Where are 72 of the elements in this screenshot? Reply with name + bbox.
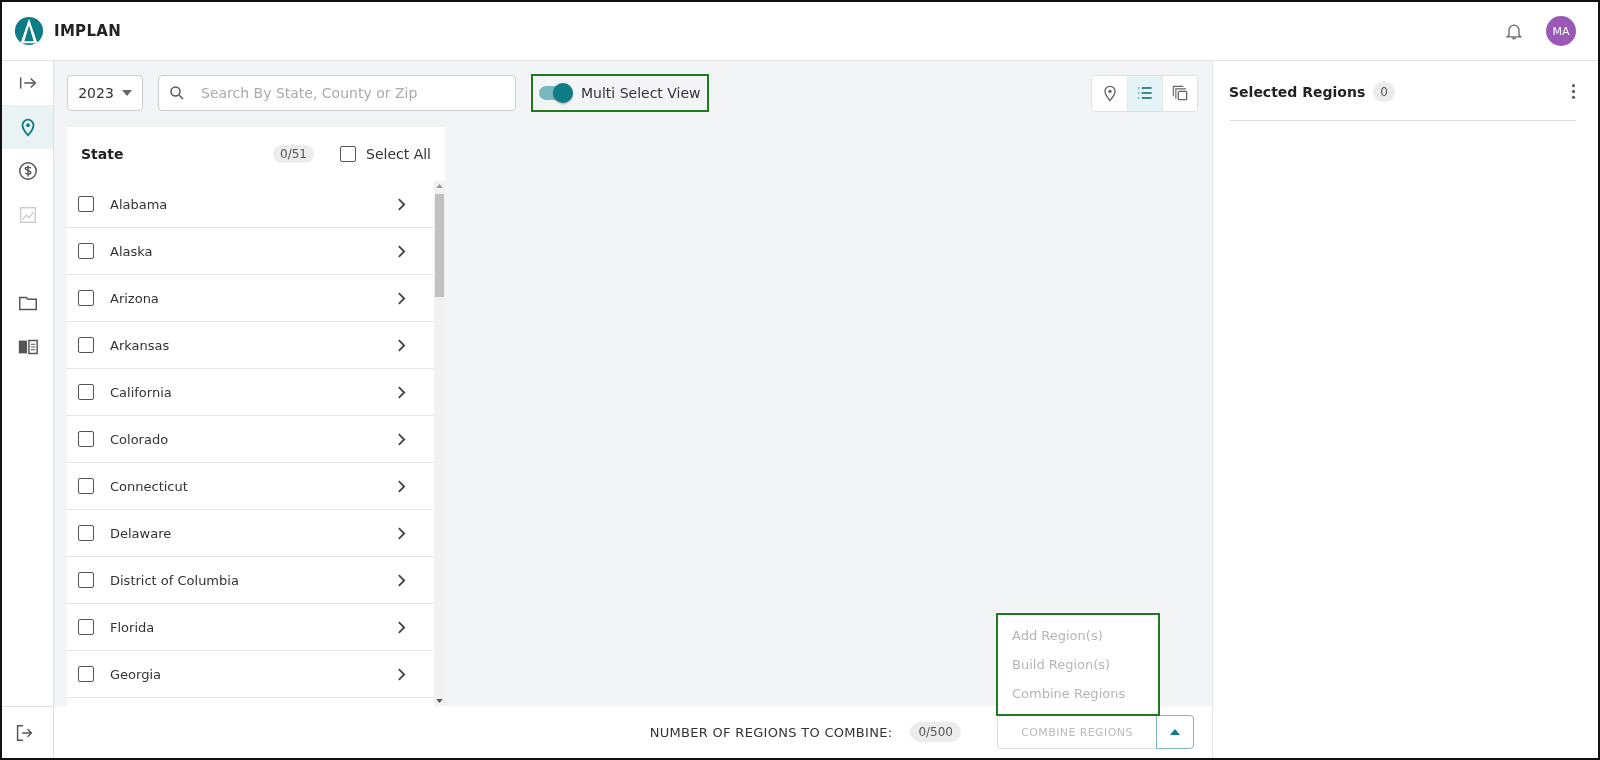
regions-count: 0/500 [910, 722, 961, 742]
state-row[interactable]: Alaska [67, 228, 434, 275]
checkbox[interactable] [340, 146, 356, 162]
state-row[interactable]: California [67, 369, 434, 416]
chevron-right-icon[interactable] [397, 667, 406, 681]
user-avatar[interactable]: MA [1546, 16, 1576, 46]
year-dropdown[interactable]: 2023 [67, 75, 143, 111]
caret-up-icon [1170, 729, 1180, 735]
state-name: Colorado [110, 431, 170, 447]
state-name: District of Columbia [110, 572, 240, 588]
view-button[interactable] [1162, 75, 1197, 111]
state-row[interactable]: Florida [67, 604, 434, 651]
search-icon [168, 84, 186, 102]
state-name: Arizona [110, 290, 160, 306]
chevron-right-icon[interactable] [397, 385, 406, 399]
state-row[interactable]: Arkansas [67, 322, 434, 369]
checkbox[interactable] [78, 384, 94, 400]
chevron-right-icon[interactable] [397, 573, 406, 587]
checkbox[interactable] [78, 337, 94, 353]
checkbox[interactable] [78, 431, 94, 447]
regions-to-combine-label: NUMBER OF REGIONS TO COMBINE: [649, 724, 893, 740]
app-name: IMPLAN [54, 22, 122, 40]
state-name: Florida [110, 619, 156, 635]
selected-count: 0 [1373, 81, 1395, 102]
toggle-label: Multi Select View [581, 85, 701, 101]
panel-title: Selected Regions [1229, 83, 1366, 100]
view-button[interactable] [1127, 75, 1162, 111]
checkbox-label: Select All [366, 146, 431, 162]
chevron-right-icon[interactable] [397, 197, 406, 211]
chevron-right-icon[interactable] [397, 244, 406, 258]
chevron-right-icon[interactable] [397, 291, 406, 305]
chevron-right-icon[interactable] [397, 338, 406, 352]
state-row[interactable]: Connecticut [67, 463, 434, 510]
chevron-right-icon[interactable] [397, 432, 406, 446]
state-name: Georgia [110, 666, 162, 682]
checkbox[interactable] [78, 290, 94, 306]
state-name: Arkansas [110, 337, 171, 353]
checkbox[interactable] [78, 243, 94, 259]
dollar-icon [16, 160, 39, 182]
toggle-switch[interactable] [539, 86, 571, 100]
chevron-right-icon[interactable] [397, 620, 406, 634]
scroll-down-icon[interactable] [436, 699, 443, 703]
state-name: Alaska [110, 243, 154, 259]
state-row[interactable]: Alabama [67, 181, 434, 228]
checkbox[interactable] [78, 525, 94, 541]
state-row[interactable]: Colorado [67, 416, 434, 463]
scrollbar[interactable] [434, 181, 445, 706]
state-name: Delaware [110, 525, 173, 541]
checkbox[interactable] [78, 196, 94, 212]
copy-icon [1170, 83, 1190, 103]
state-row[interactable]: Arizona [67, 275, 434, 322]
checkbox[interactable] [78, 666, 94, 682]
state-row[interactable]: Georgia [67, 651, 434, 698]
panel-title: State [81, 146, 124, 162]
logo-icon [14, 16, 44, 46]
chevron-right-icon[interactable] [397, 526, 406, 540]
scrollbar-thumb[interactable] [435, 194, 444, 297]
more-icon[interactable] [1571, 83, 1576, 100]
menu-toggle-button[interactable] [1156, 715, 1194, 749]
checkbox[interactable] [78, 619, 94, 635]
checkbox[interactable] [78, 478, 94, 494]
chevron-right-icon[interactable] [397, 479, 406, 493]
state-name: California [110, 384, 173, 400]
state-name: Connecticut [110, 478, 189, 494]
checkbox[interactable] [78, 572, 94, 588]
caret-icon [121, 90, 132, 96]
state-row[interactable]: Delaware [67, 510, 434, 557]
state-row[interactable]: District of Columbia [67, 557, 434, 604]
state-count: 0/51 [273, 145, 314, 163]
search-field[interactable]: Search By State, County or Zip [158, 75, 516, 111]
nav-item[interactable] [2, 105, 53, 149]
state-name: Alabama [110, 196, 169, 212]
